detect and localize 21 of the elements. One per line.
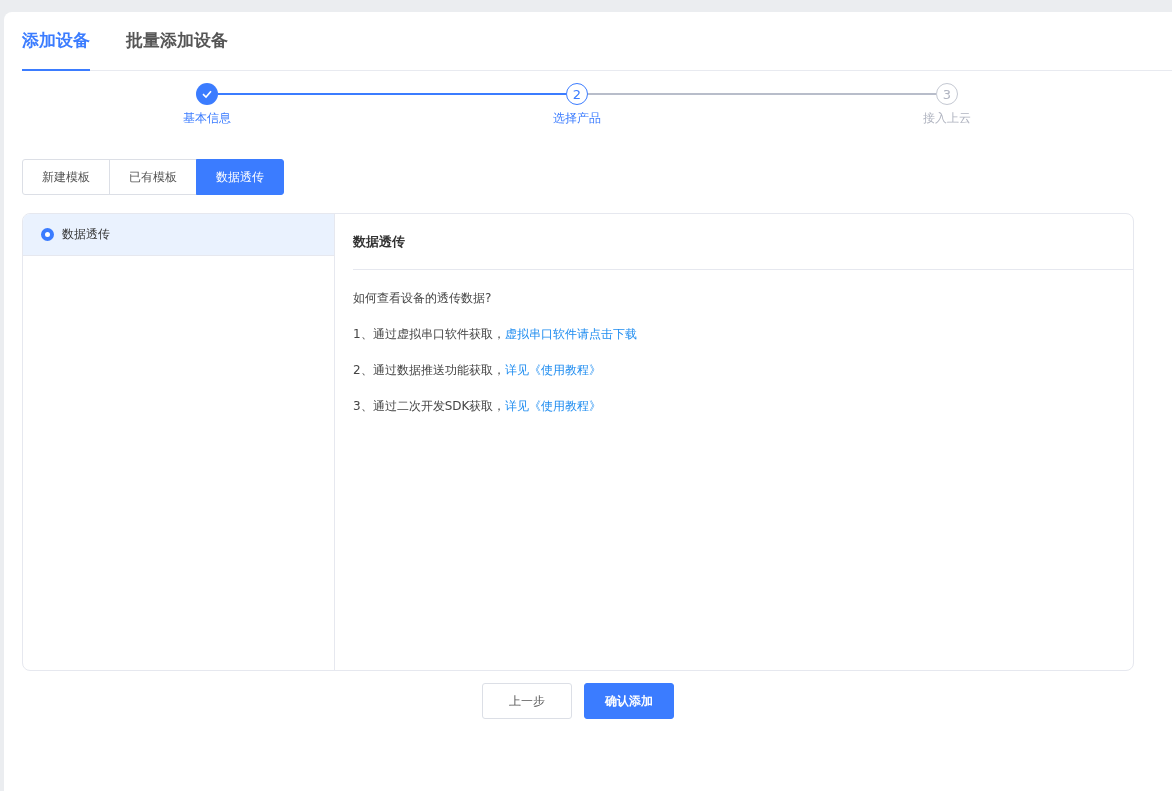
tab[interactable]: 批量添加设备 xyxy=(126,12,228,71)
step-label: 接入上云 xyxy=(923,110,971,127)
step-label: 基本信息 xyxy=(183,110,231,127)
tutorial-link[interactable]: 虚拟串口软件请点击下载 xyxy=(504,327,637,341)
step-label: 选择产品 xyxy=(553,110,601,127)
segment-tab[interactable]: 已有模板 xyxy=(109,159,197,195)
intro-text: 如何查看设备的透传数据? xyxy=(353,290,493,307)
step-text: 3、通过二次开发SDK获取， xyxy=(353,399,506,413)
segment-tab[interactable]: 新建模板 xyxy=(22,159,110,195)
tutorial-link[interactable]: 详见《使用教程》 xyxy=(504,363,601,377)
detail-title: 数据透传 xyxy=(353,214,1133,270)
tab[interactable]: 添加设备 xyxy=(22,12,90,71)
step-text: 2、通过数据推送功能获取， xyxy=(353,363,505,377)
tutorial-link[interactable]: 详见《使用教程》 xyxy=(505,399,602,413)
option-item[interactable]: 数据透传 xyxy=(23,214,334,256)
confirm-button[interactable]: 确认添加 xyxy=(584,683,674,719)
step-text: 1、通过虚拟串口软件获取， xyxy=(353,327,505,341)
radio-button[interactable] xyxy=(41,228,54,241)
segment-tab[interactable]: 数据透传 xyxy=(196,159,284,195)
back-button[interactable]: 上一步 xyxy=(482,683,572,719)
option-label: 数据透传 xyxy=(62,226,110,243)
